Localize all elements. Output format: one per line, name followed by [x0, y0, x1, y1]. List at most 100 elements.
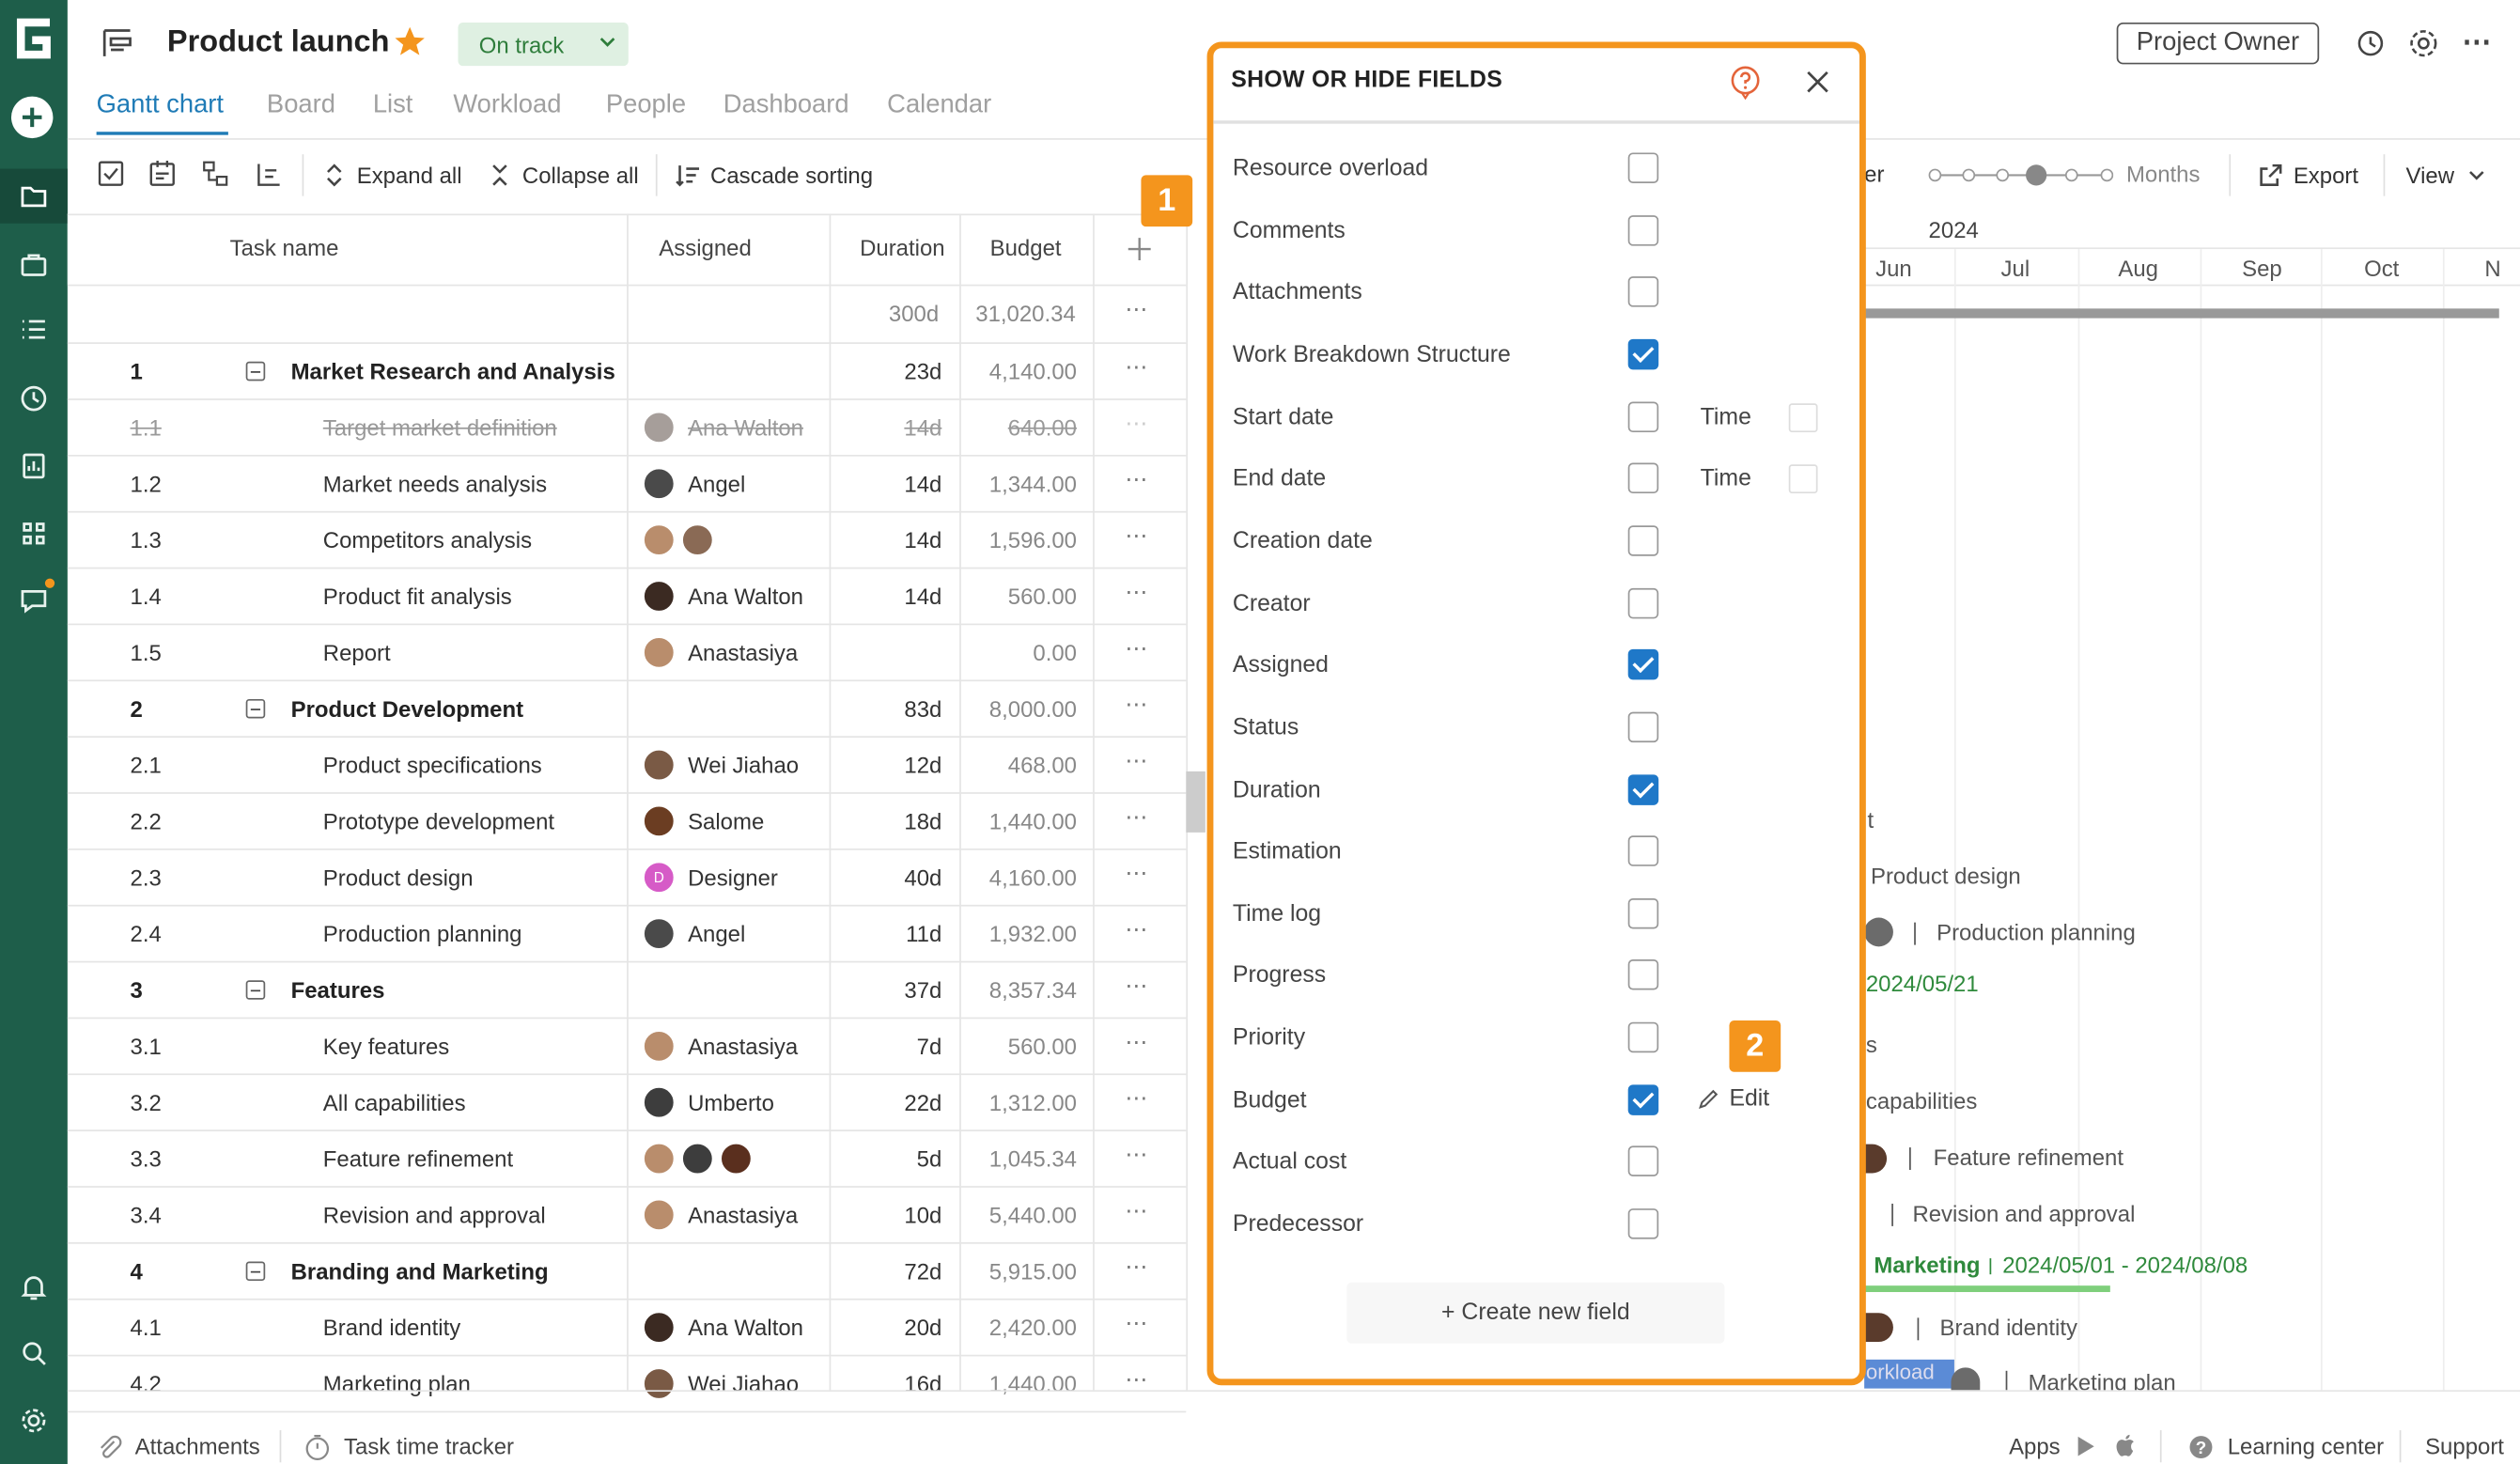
row-more-icon[interactable]: ⋯	[1125, 579, 1149, 606]
tab-people[interactable]: People	[606, 91, 686, 120]
field-checkbox-duration[interactable]	[1627, 774, 1659, 805]
add-task-icon[interactable]	[148, 159, 177, 193]
favorite-star-icon[interactable]	[392, 24, 428, 65]
cascade-sorting-button[interactable]: Cascade sorting	[675, 158, 873, 194]
start-time-checkbox[interactable]	[1788, 403, 1818, 433]
row-more-icon[interactable]: ⋯	[1125, 1084, 1149, 1112]
row-more-icon[interactable]: ⋯	[1125, 1254, 1149, 1281]
row-more-icon[interactable]: ⋯	[1125, 1310, 1149, 1337]
field-checkbox-budget[interactable]	[1627, 1084, 1659, 1115]
row-more-icon[interactable]: ⋯	[1125, 1141, 1149, 1168]
field-checkbox-assigned[interactable]	[1627, 648, 1659, 680]
field-checkbox-creator[interactable]	[1627, 587, 1659, 619]
hierarchy-icon[interactable]	[201, 159, 230, 193]
apple-icon[interactable]	[2113, 1432, 2139, 1464]
portfolio-icon[interactable]	[0, 241, 68, 289]
row-more-icon[interactable]: ⋯	[1125, 1197, 1149, 1224]
row-more-icon[interactable]: ⋯	[1125, 635, 1149, 662]
create-new-field-button[interactable]: + Create new field	[1346, 1282, 1725, 1344]
view-button[interactable]: View	[2406, 158, 2490, 194]
tab-board[interactable]: Board	[267, 91, 335, 120]
marketing-progress-bar[interactable]	[1864, 1285, 2110, 1293]
field-checkbox-resource-overload[interactable]	[1627, 152, 1659, 183]
field-checkbox-work-breakdown-structure[interactable]	[1627, 338, 1659, 370]
history-icon[interactable]	[2355, 27, 2387, 64]
select-checkbox-icon[interactable]	[97, 159, 126, 193]
row-more-icon[interactable]: ⋯	[1125, 747, 1149, 774]
footer-task-time-tracker[interactable]: Task time tracker	[344, 1434, 514, 1459]
field-checkbox-predecessor[interactable]	[1627, 1208, 1659, 1239]
tab-dashboard[interactable]: Dashboard	[723, 91, 849, 120]
row-more-icon[interactable]: ⋯	[1125, 410, 1149, 437]
field-checkbox-status[interactable]	[1627, 711, 1659, 743]
clock-icon[interactable]	[0, 374, 68, 422]
close-icon[interactable]	[1803, 68, 1832, 101]
field-checkbox-actual-cost[interactable]	[1627, 1145, 1659, 1176]
apps-grid-icon[interactable]	[0, 509, 68, 557]
field-checkbox-start-date[interactable]	[1627, 401, 1659, 433]
row-more-icon[interactable]: ⋯	[1125, 1029, 1149, 1056]
row-more-icon[interactable]: ⋯	[1125, 691, 1149, 718]
google-play-icon[interactable]	[2075, 1435, 2097, 1462]
field-checkbox-time-log[interactable]	[1627, 898, 1659, 929]
footer-learning-center[interactable]: Learning center	[2228, 1434, 2384, 1459]
workload-chip[interactable]: orkload	[1864, 1359, 1954, 1389]
row-more-icon[interactable]: ⋯	[1125, 860, 1149, 887]
footer-apps[interactable]: Apps	[2009, 1434, 2061, 1459]
field-checkbox-creation-date[interactable]	[1627, 525, 1659, 556]
help-icon[interactable]	[1728, 64, 1764, 104]
collapse-toggle-icon[interactable]	[245, 361, 266, 382]
reports-icon[interactable]	[0, 442, 68, 490]
settings-icon[interactable]	[0, 1396, 68, 1444]
row-more-icon[interactable]: ⋯	[1125, 973, 1149, 1000]
tab-workload[interactable]: Workload	[453, 91, 561, 120]
field-checkbox-end-date[interactable]	[1627, 462, 1659, 494]
row-more-icon[interactable]: ⋯	[1125, 916, 1149, 943]
indent-icon[interactable]	[254, 159, 283, 193]
field-checkbox-progress[interactable]	[1627, 958, 1659, 990]
column-header-task-name[interactable]: Task name	[230, 235, 339, 260]
edit-budget-button[interactable]: Edit	[1697, 1086, 1769, 1112]
zoom-slider[interactable]	[1928, 163, 2114, 188]
project-owner-button[interactable]: Project Owner	[2116, 22, 2320, 65]
row-more-icon[interactable]: ⋯	[1125, 353, 1149, 381]
collapse-toggle-icon[interactable]	[245, 1261, 266, 1282]
row-more-icon[interactable]: ⋯	[1125, 466, 1149, 493]
end-time-checkbox[interactable]	[1788, 464, 1818, 494]
column-header-assigned[interactable]: Assigned	[659, 235, 752, 260]
gear-icon[interactable]	[2407, 27, 2439, 64]
footer-support[interactable]: Support	[2425, 1434, 2504, 1459]
bell-icon[interactable]	[0, 1263, 68, 1311]
add-column-icon[interactable]	[1127, 236, 1152, 266]
tab-calendar[interactable]: Calendar	[887, 91, 991, 120]
summary-more-icon[interactable]: ⋯	[1125, 296, 1149, 323]
filter-partial-label[interactable]: er	[1864, 161, 1884, 186]
panel-resize-handle[interactable]	[1186, 771, 1206, 833]
export-button[interactable]: Export	[2258, 158, 2358, 194]
footer-attachments[interactable]: Attachments	[135, 1434, 260, 1459]
column-header-budget[interactable]: Budget	[990, 235, 1062, 260]
field-checkbox-comments[interactable]	[1627, 215, 1659, 246]
list-icon[interactable]	[0, 305, 68, 353]
status-badge[interactable]: On track	[458, 22, 629, 67]
add-icon[interactable]	[10, 96, 54, 139]
collapse-toggle-icon[interactable]	[245, 698, 266, 719]
project-title[interactable]: Product launch	[167, 25, 390, 61]
app-logo[interactable]	[8, 13, 56, 65]
field-checkbox-attachments[interactable]	[1627, 276, 1659, 307]
expand-all-button[interactable]: Expand all	[321, 158, 462, 194]
field-checkbox-estimation[interactable]	[1627, 835, 1659, 866]
search-icon[interactable]	[0, 1329, 68, 1377]
project-summary-bar[interactable]	[1864, 308, 2499, 319]
field-checkbox-priority[interactable]	[1627, 1021, 1659, 1053]
column-header-duration[interactable]: Duration	[860, 235, 945, 260]
tab-list[interactable]: List	[373, 91, 413, 120]
chat-icon[interactable]	[0, 577, 68, 625]
collapse-all-button[interactable]: Collapse all	[487, 158, 639, 194]
row-more-icon[interactable]: ⋯	[1125, 522, 1149, 550]
projects-icon[interactable]	[0, 168, 68, 224]
more-menu-icon[interactable]: ⋯	[2462, 25, 2491, 59]
tab-gantt-chart[interactable]: Gantt chart	[97, 91, 224, 120]
collapse-toggle-icon[interactable]	[245, 980, 266, 1000]
row-more-icon[interactable]: ⋯	[1125, 803, 1149, 831]
